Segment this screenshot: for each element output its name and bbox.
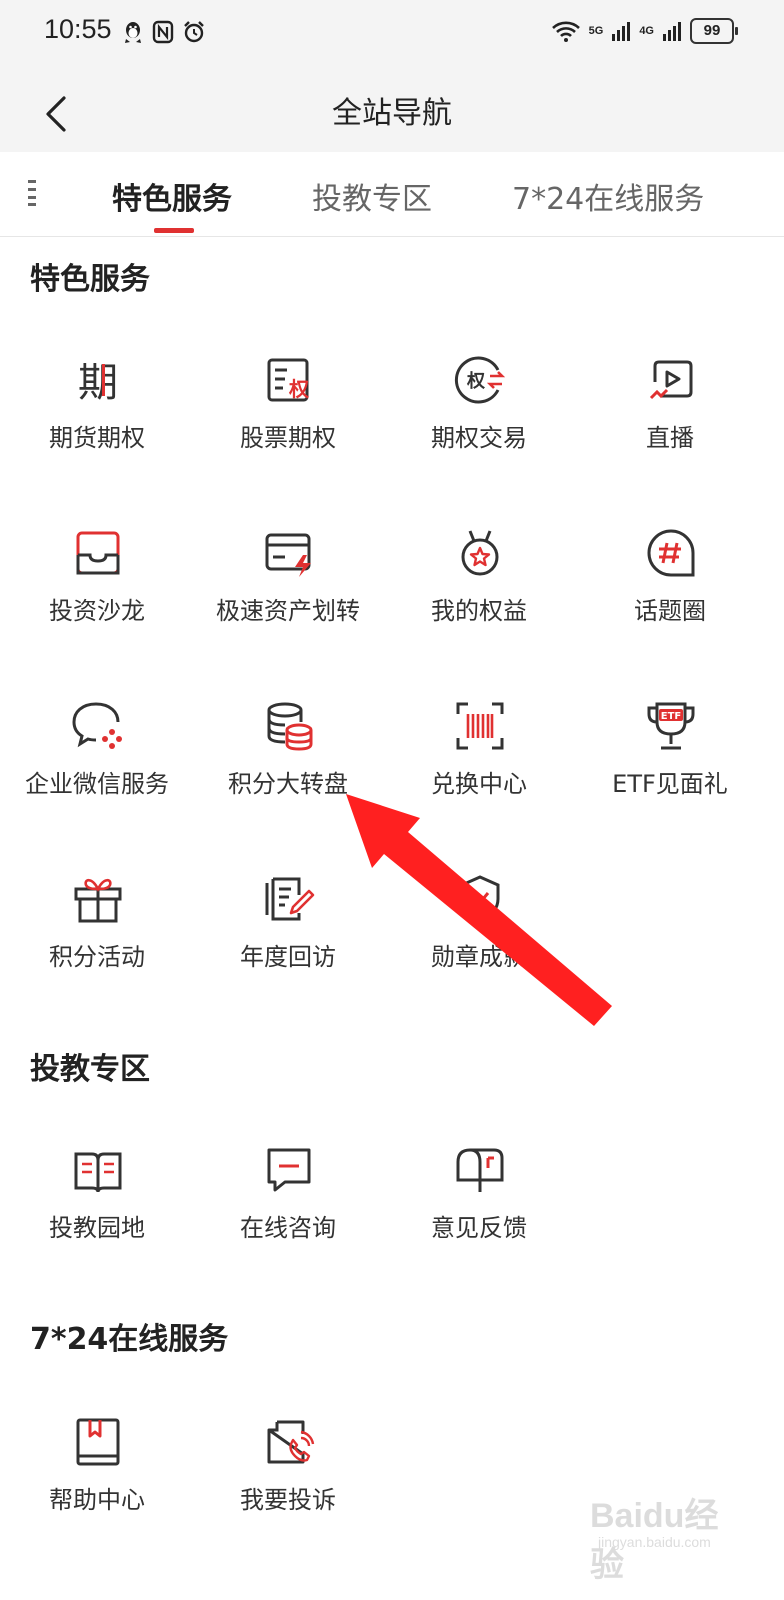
book-icon <box>74 1152 122 1193</box>
grid-item-points-wheel[interactable]: 积分大转盘 <box>193 700 383 820</box>
tab-online-service-24-7[interactable]: 7*24在线服务 <box>512 174 704 218</box>
svg-text:期: 期 <box>78 360 118 406</box>
nav-header: 全站导航 <box>0 70 784 152</box>
nfc-icon <box>152 20 174 44</box>
grid-item-label: 期货期权 <box>49 424 145 452</box>
badge-achievement-icon <box>460 875 500 923</box>
grid-item-live[interactable]: 直播 <box>575 354 765 474</box>
tab-overflow-fragment[interactable] <box>28 180 36 206</box>
help-book-icon <box>76 1418 120 1466</box>
tab-investor-education[interactable]: 投教专区 <box>312 174 432 218</box>
wifi-icon <box>551 21 580 42</box>
grid-item-help-center[interactable]: 帮助中心 <box>2 1416 192 1536</box>
tab-special-services[interactable]: 特色服务 <box>112 174 232 218</box>
svg-text:ETF: ETF <box>661 711 681 722</box>
grid-item-topic-circle[interactable]: 话题圈 <box>575 527 765 647</box>
status-left-icons <box>122 20 206 44</box>
grid-item-stock-options[interactable]: 权 股票期权 <box>193 354 383 474</box>
network-4g-label: 4G <box>639 25 654 37</box>
futures-options-icon: 期 <box>78 360 118 406</box>
grid-item-my-benefits[interactable]: 我的权益 <box>384 527 574 647</box>
section-title-online-service: 7*24在线服务 <box>30 1322 229 1357</box>
alarm-icon <box>184 21 204 43</box>
page-title: 全站导航 <box>332 96 452 131</box>
section-title-special-services: 特色服务 <box>30 262 150 297</box>
grid-item-label: 积分大转盘 <box>228 770 348 798</box>
investment-salon-icon <box>76 531 120 575</box>
grid-item-wechat-work[interactable]: 企业微信服务 <box>2 700 192 820</box>
signal-4g-icon <box>663 22 681 41</box>
grid-item-label: 兑换中心 <box>431 770 527 798</box>
grid-item-label: 积分活动 <box>49 943 145 971</box>
grid-item-label: ETF见面礼 <box>612 770 728 798</box>
grid-item-label: 意见反馈 <box>431 1214 527 1242</box>
stock-options-icon: 权 <box>267 358 310 402</box>
grid-item-education-garden[interactable]: 投教园地 <box>2 1144 192 1264</box>
grid-item-label: 话题圈 <box>634 597 706 625</box>
grid-item-label: 我的权益 <box>431 597 527 625</box>
active-tab-indicator <box>154 228 194 233</box>
status-right: 5G 4G 99 <box>551 18 738 44</box>
grid-item-investment-salon[interactable]: 投资沙龙 <box>2 527 192 647</box>
grid-item-fast-asset-transfer[interactable]: 极速资产划转 <box>193 527 383 647</box>
grid-item-label: 企业微信服务 <box>25 770 169 798</box>
topic-hashtag-icon <box>647 529 695 577</box>
options-trade-icon: 权 <box>454 356 506 404</box>
battery-indicator: 99 <box>690 18 738 44</box>
grid-item-exchange-center[interactable]: 兑换中心 <box>384 700 574 820</box>
section-title-investor-education: 投教专区 <box>30 1052 150 1087</box>
grid-item-feedback[interactable]: 意见反馈 <box>384 1144 574 1264</box>
grid-item-etf-gift[interactable]: ETF ETF见面礼 <box>575 700 765 820</box>
grid-item-badge-achievement[interactable]: 勋章成就 <box>384 873 574 993</box>
annual-review-icon <box>265 877 315 921</box>
tab-bar: 特色服务 投教专区 7*24在线服务 <box>0 152 784 237</box>
status-time: 10:55 <box>44 14 112 44</box>
complaint-phone-icon <box>267 1420 315 1464</box>
status-bar: 10:55 5G 4G 99 <box>0 0 784 70</box>
chat-bubble-icon <box>267 1148 311 1192</box>
my-benefits-medal-icon <box>461 530 499 576</box>
watermark-url: jingyan.baidu.com <box>598 1534 711 1550</box>
grid-item-label: 年度回访 <box>240 943 336 971</box>
grid-item-label: 帮助中心 <box>49 1486 145 1514</box>
grid-item-label: 在线咨询 <box>240 1214 336 1242</box>
grid-item-annual-review[interactable]: 年度回访 <box>193 873 383 993</box>
live-broadcast-icon <box>649 360 693 400</box>
grid-item-label: 股票期权 <box>240 424 336 452</box>
mailbox-icon <box>456 1148 504 1192</box>
grid-item-options-trade[interactable]: 权 期权交易 <box>384 354 574 474</box>
network-5g-label: 5G <box>588 25 604 37</box>
points-wheel-coins-icon <box>267 702 313 751</box>
signal-5g-icon <box>612 22 631 41</box>
grid-item-label: 直播 <box>646 424 694 452</box>
baidu-watermark: Baidu经验 jingyan.baidu.com <box>590 1486 750 1584</box>
grid-item-complaint[interactable]: 我要投诉 <box>193 1416 383 1536</box>
grid-item-points-activity[interactable]: 积分活动 <box>2 873 192 993</box>
gift-icon <box>74 878 122 923</box>
fast-asset-transfer-icon <box>265 533 311 577</box>
grid-item-online-consult[interactable]: 在线咨询 <box>193 1144 383 1264</box>
svg-text:权: 权 <box>288 377 310 401</box>
grid-item-label: 期权交易 <box>431 424 527 452</box>
grid-item-label: 我要投诉 <box>240 1486 336 1514</box>
grid-item-label: 投教园地 <box>49 1214 145 1242</box>
wechat-work-icon <box>72 702 122 749</box>
qq-penguin-icon <box>125 22 141 43</box>
exchange-barcode-icon <box>456 702 504 750</box>
grid-item-futures-options[interactable]: 期 期货期权 <box>2 354 192 474</box>
svg-text:权: 权 <box>466 370 486 392</box>
grid-item-label: 极速资产划转 <box>216 597 360 625</box>
grid-item-label: 投资沙龙 <box>49 597 145 625</box>
etf-trophy-icon: ETF <box>647 702 695 750</box>
grid-item-label: 勋章成就 <box>431 943 527 971</box>
